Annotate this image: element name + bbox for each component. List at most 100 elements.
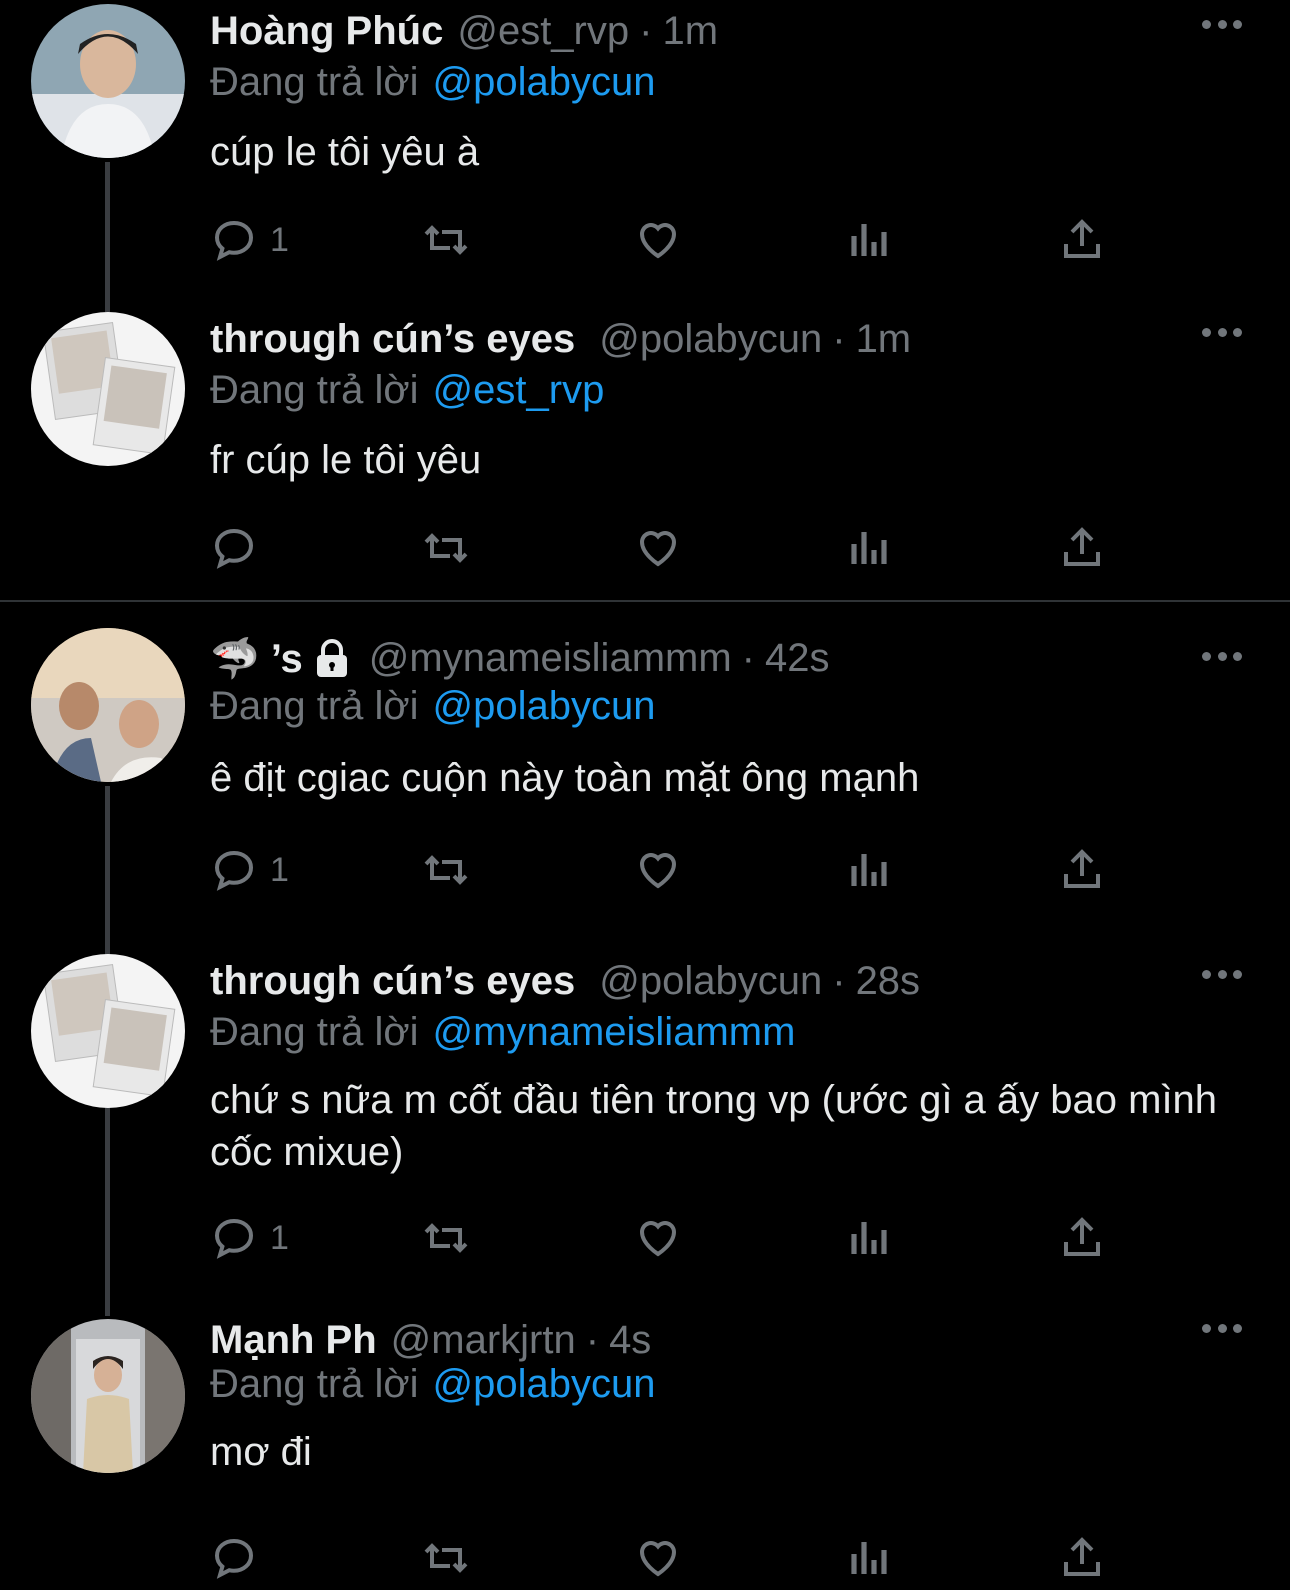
mention-link[interactable]: @est_rvp <box>433 368 605 412</box>
reply-icon <box>214 528 254 569</box>
share-icon <box>1064 1537 1100 1576</box>
share-icon <box>1064 527 1100 566</box>
share-button[interactable] <box>1058 1528 1106 1588</box>
avatar[interactable] <box>31 628 185 782</box>
separator: · <box>639 8 653 53</box>
retweet-icon <box>424 1543 468 1573</box>
reply-icon <box>214 850 254 891</box>
display-name[interactable]: through cún’s eyes <box>210 317 575 362</box>
like-icon <box>639 223 677 259</box>
share-button[interactable] <box>1058 210 1106 270</box>
more-icon[interactable] <box>1202 1322 1242 1334</box>
like-icon <box>639 1221 677 1257</box>
reply-context: Đang trả lời @polabycun <box>210 60 656 105</box>
retweet-button[interactable] <box>422 1208 470 1268</box>
reply-button[interactable]: 1 <box>210 1208 289 1268</box>
thread-line <box>105 162 110 312</box>
share-icon <box>1064 849 1100 888</box>
reply-context: Đang trả lời @est_rvp <box>210 368 604 413</box>
reply-icon <box>214 220 254 261</box>
avatar[interactable] <box>31 1319 185 1473</box>
views-button[interactable] <box>846 1208 894 1268</box>
handle[interactable]: @mynameisliammm <box>369 636 732 681</box>
tweet-text: ê địt cgiac cuộn này toàn mặt ông mạnh <box>210 756 920 800</box>
reply-prefix: Đang trả lời <box>210 60 419 104</box>
action-bar: 1 <box>210 1208 1110 1268</box>
separator: · <box>832 316 846 361</box>
avatar[interactable] <box>31 954 185 1108</box>
more-icon[interactable] <box>1202 18 1242 30</box>
tweet-text: cúp le tôi yêu à <box>210 130 480 174</box>
views-icon <box>851 1542 887 1574</box>
retweet-button[interactable] <box>422 1528 470 1588</box>
reply-context: Đang trả lời @polabycun <box>210 684 656 729</box>
views-button[interactable] <box>846 840 894 900</box>
display-name[interactable]: Mạnh Ph <box>210 1318 377 1363</box>
tweet-header: through cún’s eyes @polabycun · 1m <box>210 309 911 369</box>
views-button[interactable] <box>846 518 894 578</box>
reply-prefix: Đang trả lời <box>210 1362 419 1406</box>
reply-button[interactable] <box>210 518 270 578</box>
reply-button[interactable]: 1 <box>210 840 289 900</box>
mention-link[interactable]: @polabycun <box>433 684 656 728</box>
display-name[interactable]: through cún’s eyes <box>210 959 575 1004</box>
handle[interactable]: @est_rvp <box>457 9 629 54</box>
more-icon[interactable] <box>1202 650 1242 662</box>
mention-link[interactable]: @polabycun <box>433 1362 656 1406</box>
separator: · <box>585 1317 600 1362</box>
separator: · <box>741 635 755 680</box>
like-button[interactable] <box>634 210 682 270</box>
timestamp[interactable]: 1m <box>856 317 912 362</box>
reply-prefix: Đang trả lời <box>210 684 419 728</box>
handle[interactable]: @markjrtn <box>391 1318 576 1363</box>
reply-icon <box>214 1218 254 1259</box>
share-button[interactable] <box>1058 1208 1106 1268</box>
like-icon <box>639 531 677 567</box>
timestamp[interactable]: 1m <box>662 9 718 54</box>
share-icon <box>1064 1217 1100 1256</box>
share-button[interactable] <box>1058 840 1106 900</box>
avatar[interactable] <box>31 312 185 466</box>
tweet-header: Hoàng Phúc @est_rvp · 1m <box>210 1 718 61</box>
more-icon[interactable] <box>1202 968 1242 980</box>
more-icon[interactable] <box>1202 326 1242 338</box>
handle[interactable]: @polabycun <box>599 959 822 1004</box>
reply-button[interactable]: 1 <box>210 210 289 270</box>
share-button[interactable] <box>1058 518 1106 578</box>
display-name[interactable]: 🦈 ’s <box>210 635 303 682</box>
handle[interactable]: @polabycun <box>599 317 822 362</box>
views-button[interactable] <box>846 1528 894 1588</box>
mention-link[interactable]: @polabycun <box>433 60 656 104</box>
conversation-divider <box>0 600 1290 602</box>
thread-line <box>105 786 110 956</box>
mention-link[interactable]: @mynameisliammm <box>433 1010 796 1054</box>
like-button[interactable] <box>634 518 682 578</box>
reply-prefix: Đang trả lời <box>210 368 419 412</box>
avatar[interactable] <box>31 4 185 158</box>
like-button[interactable] <box>634 840 682 900</box>
timestamp[interactable]: 42s <box>765 636 830 681</box>
tweet-header: 🦈 ’s @mynameisliammm · 42s <box>210 628 829 688</box>
retweet-icon <box>424 225 468 255</box>
views-button[interactable] <box>846 210 894 270</box>
like-icon <box>639 853 677 889</box>
timestamp[interactable]: 4s <box>609 1318 651 1363</box>
retweet-button[interactable] <box>422 840 470 900</box>
separator: · <box>832 958 846 1003</box>
retweet-button[interactable] <box>422 518 470 578</box>
thread-line <box>105 1106 110 1316</box>
retweet-button[interactable] <box>422 210 470 270</box>
action-bar: 1 <box>210 840 1110 900</box>
retweet-icon <box>424 1223 468 1253</box>
like-button[interactable] <box>634 1208 682 1268</box>
tweet-text: chứ s nữa m cốt đầu tiên trong vp (ước g… <box>210 1078 1218 1174</box>
reply-context: Đang trả lời @mynameisliammm <box>210 1010 795 1055</box>
timestamp[interactable]: 28s <box>856 959 921 1004</box>
like-button[interactable] <box>634 1528 682 1588</box>
reply-count: 1 <box>270 850 289 889</box>
reply-button[interactable] <box>210 1528 270 1588</box>
display-name[interactable]: Hoàng Phúc <box>210 9 443 54</box>
retweet-icon <box>424 855 468 885</box>
action-bar <box>210 1528 1110 1588</box>
tweet-text: fr cúp le tôi yêu <box>210 438 482 482</box>
